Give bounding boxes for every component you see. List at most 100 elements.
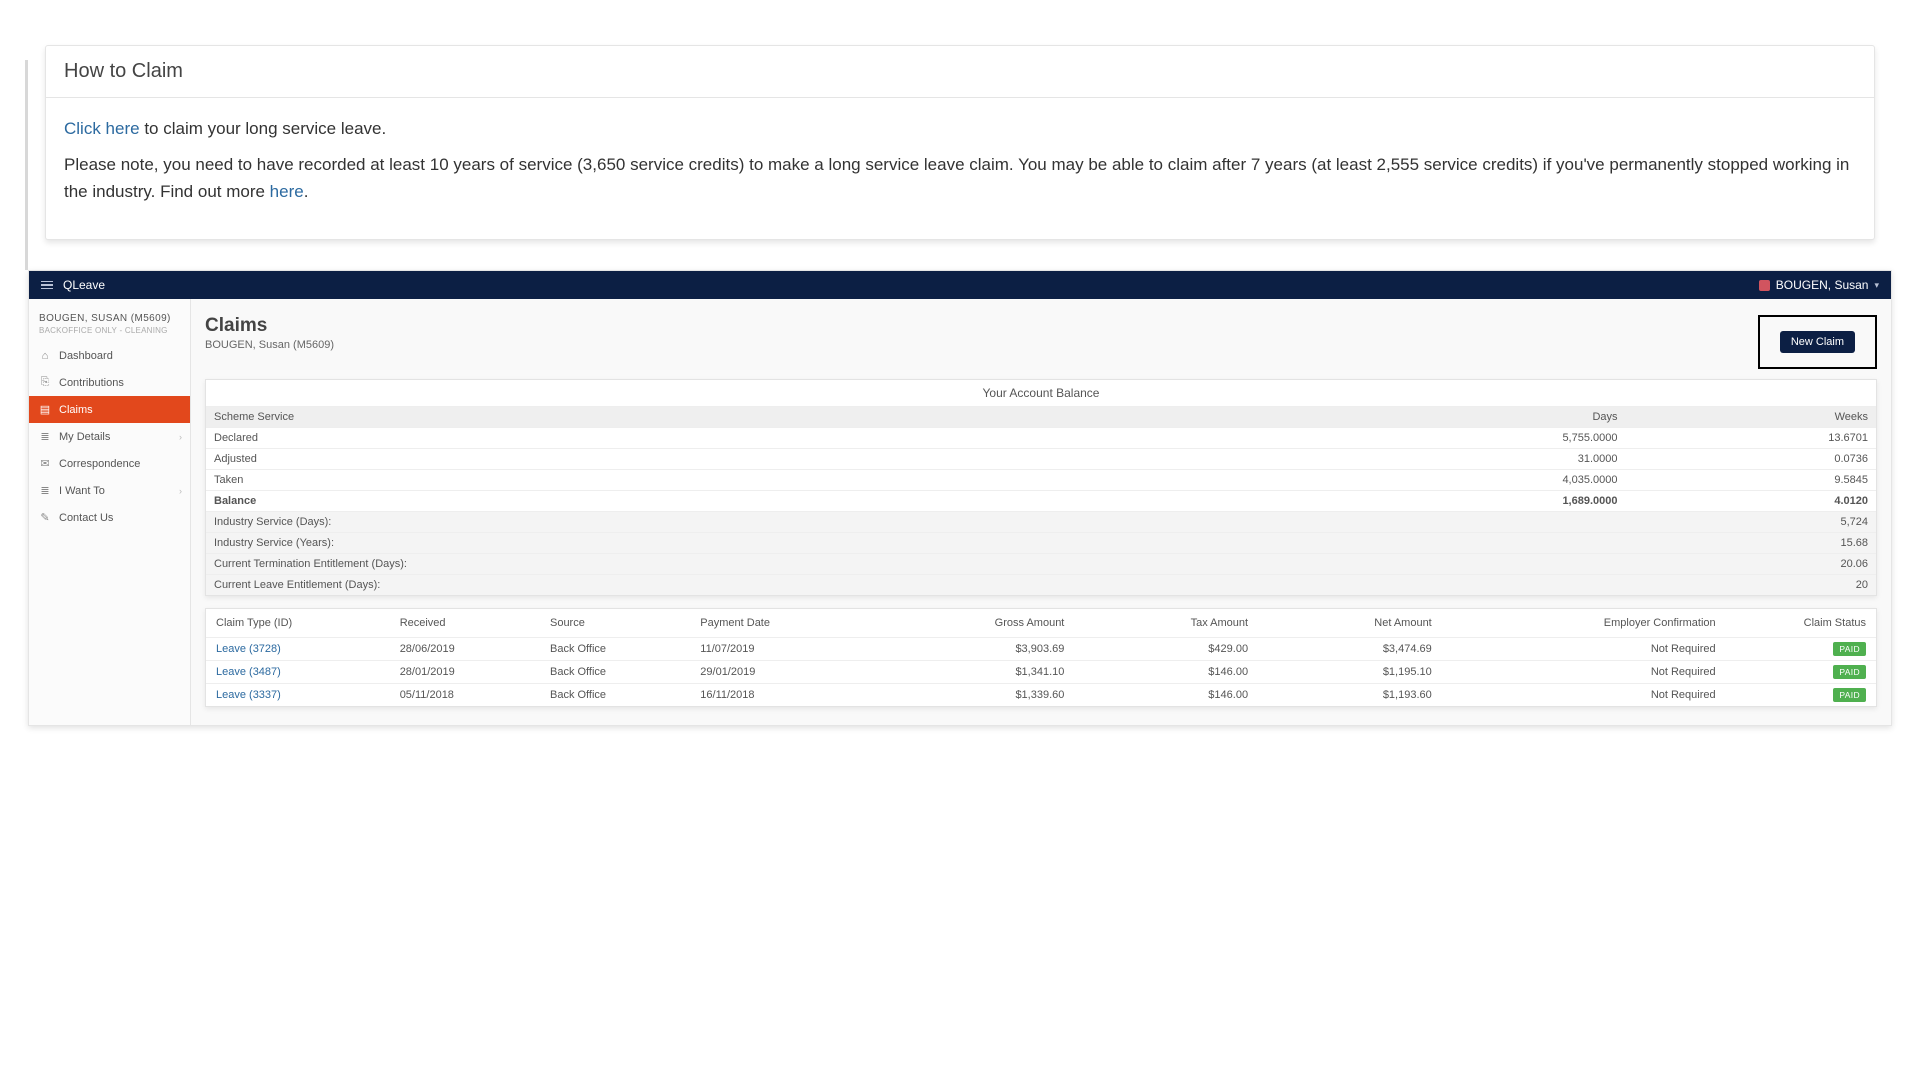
claim-link[interactable]: Leave (3487) (216, 666, 281, 678)
sidebar-item-label: Claims (59, 404, 93, 416)
dashboard-icon: ⌂ (39, 350, 51, 362)
col-payment-date: Payment Date (690, 609, 857, 638)
chevron-down-icon: ▾ (1874, 280, 1879, 291)
main-header: Claims BOUGEN, Susan (M5609) New Claim (205, 315, 1877, 369)
col-net: Net Amount (1258, 609, 1442, 638)
claims-header-row: Claim Type (ID) Received Source Payment … (206, 609, 1876, 638)
how-to-claim-title: How to Claim (46, 46, 1874, 98)
sidebar-item-label: Contact Us (59, 512, 113, 524)
how-to-claim-card: How to Claim Click here to claim your lo… (45, 45, 1875, 240)
balance-label: Adjusted (206, 449, 1208, 470)
sidebar: BOUGEN, SUSAN (M5609) BACKOFFICE ONLY - … (29, 299, 191, 725)
page-subtitle: BOUGEN, Susan (M5609) (205, 339, 334, 351)
sidebar-item-correspondence[interactable]: ✉ Correspondence (29, 450, 190, 477)
balance-extra-row: Current Termination Entitlement (Days): … (206, 554, 1876, 575)
balance-extra-label: Industry Service (Days): (206, 512, 1626, 533)
page-title: Claims (205, 315, 334, 337)
balance-header-row: Scheme Service Days Weeks (206, 407, 1876, 428)
sidebar-item-my-details[interactable]: ≣ My Details › (29, 423, 190, 450)
balance-row: Balance 1,689.0000 4.0120 (206, 491, 1876, 512)
claim-tax: $146.00 (1074, 684, 1258, 707)
app-body: BOUGEN, SUSAN (M5609) BACKOFFICE ONLY - … (29, 299, 1891, 725)
find-out-more-link[interactable]: here (270, 182, 304, 201)
claim-link[interactable]: Leave (3337) (216, 689, 281, 701)
i-want-to-icon: ≣ (39, 484, 51, 497)
claim-gross: $1,339.60 (857, 684, 1074, 707)
sidebar-item-label: My Details (59, 431, 110, 443)
new-claim-highlight-box: New Claim (1758, 315, 1877, 369)
balance-row: Declared 5,755.0000 13.6701 (206, 428, 1876, 449)
balance-weeks: 0.0736 (1626, 449, 1877, 470)
balance-weeks: 13.6701 (1626, 428, 1877, 449)
col-weeks: Weeks (1626, 407, 1877, 428)
claim-type-cell: Leave (3487) (206, 661, 390, 684)
status-badge: PAID (1833, 665, 1866, 679)
click-here-link[interactable]: Click here (64, 119, 140, 138)
balance-extra-value: 20.06 (1626, 554, 1877, 575)
balance-table: Scheme Service Days Weeks Declared 5,755… (206, 406, 1876, 595)
sidebar-user-sub: BACKOFFICE ONLY - CLEANING (39, 326, 180, 335)
claim-confirmation: Not Required (1442, 638, 1726, 661)
balance-extra-label: Current Leave Entitlement (Days): (206, 575, 1626, 596)
decorative-left-bar (25, 60, 28, 270)
balance-label: Declared (206, 428, 1208, 449)
balance-days: 5,755.0000 (1208, 428, 1626, 449)
sidebar-item-label: Dashboard (59, 350, 113, 362)
sidebar-item-label: Contributions (59, 377, 124, 389)
balance-extra-row: Current Leave Entitlement (Days): 20 (206, 575, 1876, 596)
balance-extra-value: 15.68 (1626, 533, 1877, 554)
sidebar-item-dashboard[interactable]: ⌂ Dashboard (29, 343, 190, 369)
claims-row: Leave (3337) 05/11/2018 Back Office 16/1… (206, 684, 1876, 707)
app-brand: QLeave (63, 278, 105, 292)
claims-table: Claim Type (ID) Received Source Payment … (206, 609, 1876, 706)
account-balance-card: Your Account Balance Scheme Service Days… (205, 379, 1877, 596)
claim-link[interactable]: Leave (3728) (216, 643, 281, 655)
status-badge: PAID (1833, 642, 1866, 656)
contributions-icon: ⎘ (39, 376, 51, 389)
user-avatar-icon (1759, 280, 1770, 291)
qleave-app-shell: QLeave BOUGEN, Susan ▾ BOUGEN, SUSAN (M5… (28, 270, 1892, 726)
claim-received: 28/01/2019 (390, 661, 540, 684)
sidebar-item-label: I Want To (59, 485, 105, 497)
claim-status-cell: PAID (1726, 638, 1876, 661)
claim-tax: $146.00 (1074, 661, 1258, 684)
col-claim-status: Claim Status (1726, 609, 1876, 638)
claim-note-text: Please note, you need to have recorded a… (64, 155, 1849, 200)
col-claim-type: Claim Type (ID) (206, 609, 390, 638)
sidebar-item-contributions[interactable]: ⎘ Contributions (29, 369, 190, 396)
status-badge: PAID (1833, 688, 1866, 702)
col-received: Received (390, 609, 540, 638)
claims-icon: ▤ (39, 403, 51, 416)
sidebar-item-label: Correspondence (59, 458, 140, 470)
sidebar-item-i-want-to[interactable]: ≣I Want To› (29, 477, 190, 504)
balance-weeks: 4.0120 (1626, 491, 1877, 512)
balance-label: Balance (206, 491, 1208, 512)
sidebar-item-claims[interactable]: ▤ Claims (29, 396, 190, 423)
sidebar-items: ⌂ Dashboard ⎘ Contributions ▤ Claims ≣ My Detai… (29, 343, 190, 531)
user-menu[interactable]: BOUGEN, Susan ▾ (1759, 278, 1879, 292)
app-topbar: QLeave BOUGEN, Susan ▾ (29, 271, 1891, 299)
claim-confirmation: Not Required (1442, 661, 1726, 684)
claim-text-after-link: to claim your long service leave. (140, 119, 387, 138)
claim-source: Back Office (540, 661, 690, 684)
chevron-right-icon: › (179, 432, 182, 442)
hamburger-menu-icon[interactable] (41, 281, 53, 290)
col-gross: Gross Amount (857, 609, 1074, 638)
balance-extra-row: Industry Service (Days): 5,724 (206, 512, 1876, 533)
new-claim-button[interactable]: New Claim (1780, 331, 1855, 353)
sidebar-item-contact-us[interactable]: ✎ Contact Us (29, 504, 190, 531)
my-details-icon: ≣ (39, 430, 51, 443)
correspondence-icon: ✉ (39, 457, 51, 470)
claim-net: $3,474.69 (1258, 638, 1442, 661)
claim-status-cell: PAID (1726, 684, 1876, 707)
claim-instruction-line-2: Please note, you need to have recorded a… (64, 152, 1856, 205)
balance-days: 1,689.0000 (1208, 491, 1626, 512)
balance-row: Adjusted 31.0000 0.0736 (206, 449, 1876, 470)
how-to-claim-body: Click here to claim your long service le… (46, 98, 1874, 239)
col-tax: Tax Amount (1074, 609, 1258, 638)
claim-gross: $1,341.10 (857, 661, 1074, 684)
user-display-name: BOUGEN, Susan (1776, 278, 1869, 292)
contact-us-icon: ✎ (39, 511, 51, 524)
claim-source: Back Office (540, 638, 690, 661)
balance-days: 4,035.0000 (1208, 470, 1626, 491)
